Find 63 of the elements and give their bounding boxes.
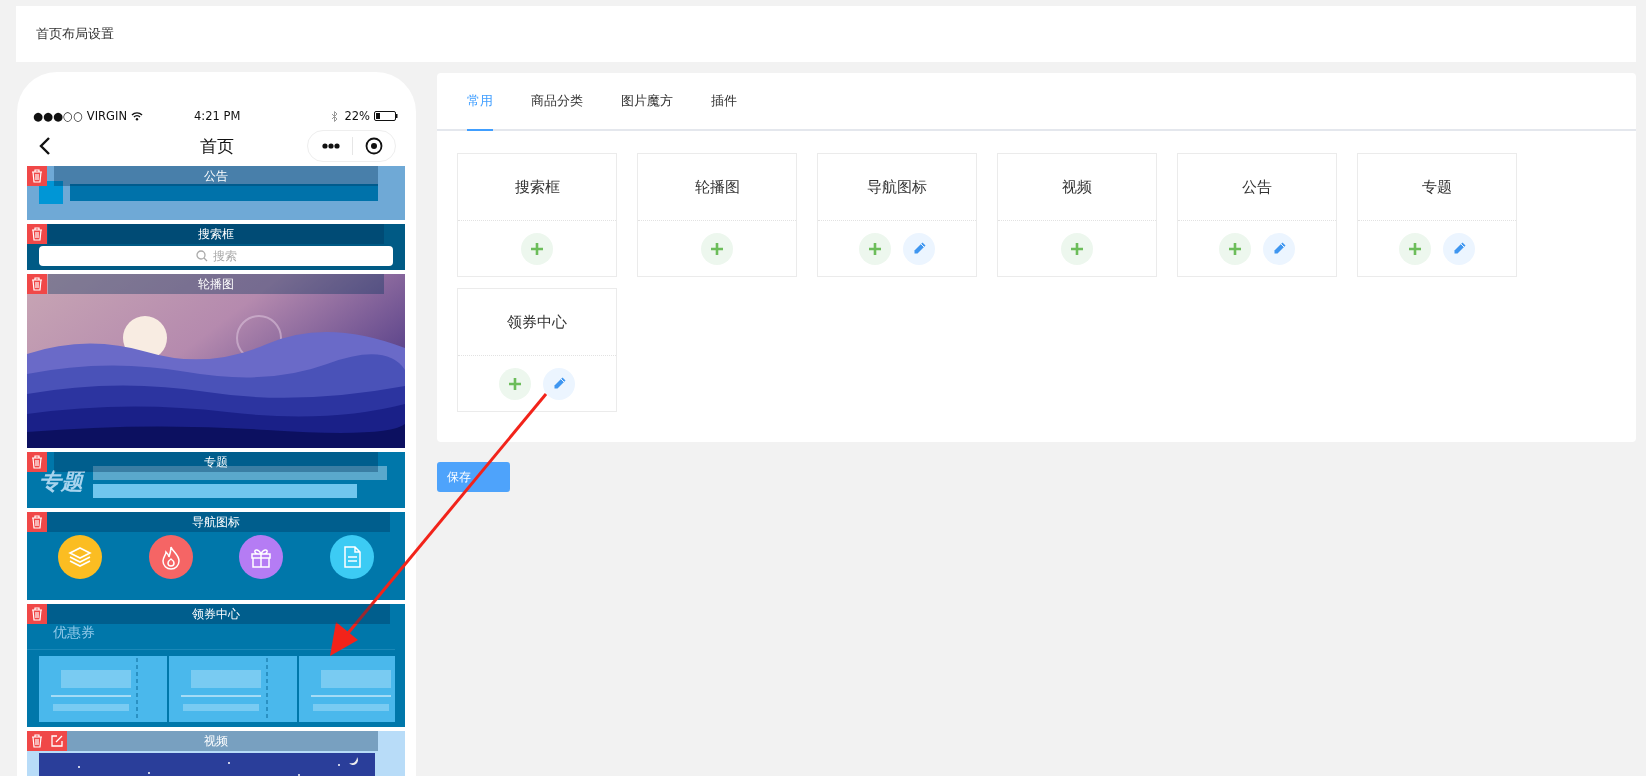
widget-title: 领券中心 xyxy=(507,312,567,332)
more-icon[interactable] xyxy=(322,143,340,149)
document-icon[interactable] xyxy=(329,535,374,579)
delete-icon[interactable] xyxy=(27,731,47,751)
nav-module[interactable]: 导航图标 xyxy=(27,512,405,600)
notice-module[interactable]: 公告 xyxy=(27,166,405,220)
delete-icon[interactable] xyxy=(27,604,47,624)
flame-icon[interactable] xyxy=(148,535,193,579)
topic-module[interactable]: 专题 专题 xyxy=(27,452,405,508)
edit-button[interactable] xyxy=(1263,232,1295,265)
plus-icon xyxy=(1070,241,1084,256)
add-button[interactable] xyxy=(1219,232,1251,265)
module-title: 轮播图 xyxy=(48,274,384,294)
add-button[interactable] xyxy=(1061,232,1093,265)
carrier-text: ●●●○○ VIRGIN xyxy=(33,109,127,123)
widget-title: 视频 xyxy=(1062,177,1092,197)
bluetooth-icon xyxy=(331,110,339,122)
gift-icon[interactable] xyxy=(239,535,284,579)
clock-text: 4:21 PM xyxy=(194,109,242,123)
widget-title: 导航图标 xyxy=(867,177,927,197)
edit-icon[interactable] xyxy=(47,731,67,751)
widget-title: 公告 xyxy=(1242,177,1272,197)
add-button[interactable] xyxy=(499,367,531,400)
battery-text: 22% xyxy=(344,109,370,123)
widget-title: 轮播图 xyxy=(694,177,740,197)
back-icon[interactable] xyxy=(39,136,51,156)
delete-icon[interactable] xyxy=(27,274,47,294)
tab[interactable]: 插件 xyxy=(711,73,737,131)
delete-icon[interactable] xyxy=(27,512,47,532)
add-button[interactable] xyxy=(859,232,891,265)
coupon-label: 优惠券 xyxy=(53,624,95,642)
widget-title: 专题 xyxy=(1422,177,1452,197)
edit-button[interactable] xyxy=(903,232,935,265)
search-icon xyxy=(195,250,208,262)
search-module[interactable]: 搜索框 搜索 xyxy=(27,224,405,270)
search-field: 搜索 xyxy=(39,246,393,266)
plus-icon xyxy=(1228,241,1242,256)
layers-icon[interactable] xyxy=(58,535,103,579)
nav-title: 首页 xyxy=(198,134,235,158)
module-title: 专题 xyxy=(54,452,378,472)
plus-icon xyxy=(868,241,882,256)
tab[interactable]: 图片魔方 xyxy=(621,73,673,131)
add-button[interactable] xyxy=(701,232,733,265)
wifi-icon xyxy=(131,111,143,121)
edit-button[interactable] xyxy=(543,367,575,400)
plus-icon xyxy=(1408,241,1422,256)
module-title: 公告 xyxy=(54,166,378,186)
battery-icon xyxy=(374,111,398,121)
widget-title: 搜索框 xyxy=(514,177,560,197)
delete-icon[interactable] xyxy=(27,224,47,244)
edit-button[interactable] xyxy=(1443,232,1475,265)
plus-icon xyxy=(508,376,522,391)
delete-icon[interactable] xyxy=(27,166,47,186)
coupon-module[interactable]: 领券中心 优惠券 xyxy=(27,604,405,727)
delete-icon[interactable] xyxy=(27,452,47,472)
tab[interactable]: 商品分类 xyxy=(531,73,583,131)
carousel-module[interactable]: 轮播图 xyxy=(27,274,405,448)
page-title: 首页布局设置 xyxy=(36,25,114,43)
plus-icon xyxy=(530,241,544,256)
add-button[interactable] xyxy=(521,232,553,265)
module-title: 搜索框 xyxy=(48,224,384,244)
plus-icon xyxy=(710,241,724,256)
add-button[interactable] xyxy=(1399,232,1431,265)
